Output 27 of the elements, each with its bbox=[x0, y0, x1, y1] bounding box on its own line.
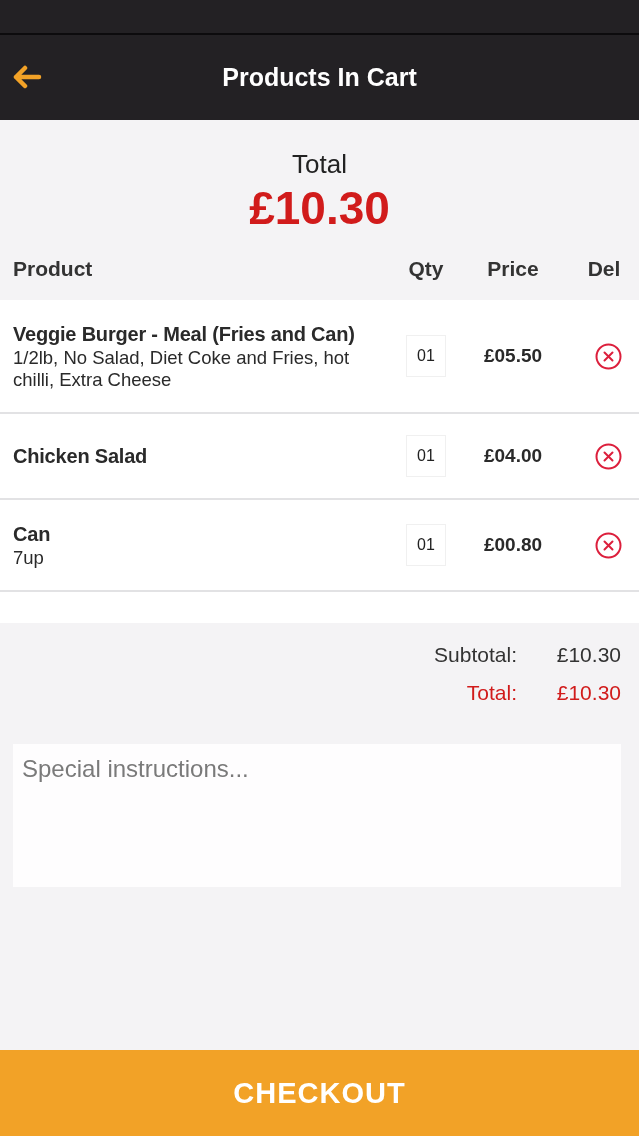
column-header: Qty bbox=[407, 257, 445, 281]
instructions-field[interactable]: Special instructions... bbox=[13, 744, 621, 887]
column-header: Product bbox=[13, 257, 94, 281]
product-price: £05.50 bbox=[482, 345, 544, 367]
product-name: Can bbox=[13, 522, 52, 547]
total-value: £10.30 bbox=[555, 680, 621, 706]
subtotal-value: £10.30 bbox=[555, 642, 621, 668]
total-label: Total: bbox=[465, 680, 517, 706]
column-header: Price bbox=[486, 257, 540, 281]
quantity-field[interactable]: 01 bbox=[406, 335, 446, 377]
quantity-field[interactable]: 01 bbox=[406, 435, 446, 477]
total-heading: Total bbox=[292, 148, 347, 180]
product-price: £04.00 bbox=[482, 445, 544, 467]
quantity-field[interactable]: 01 bbox=[406, 524, 446, 566]
product-name: Veggie Burger - Meal (Fries and Can) bbox=[13, 322, 356, 347]
column-header: Del bbox=[586, 257, 622, 281]
product-price: £00.80 bbox=[482, 534, 544, 556]
back-arrow-icon[interactable] bbox=[12, 65, 42, 89]
subtotal-label: Subtotal: bbox=[434, 642, 517, 668]
product-options: 1/2lb, No Salad, Diet Coke and Fries, hot chilli, Extra Cheese bbox=[13, 347, 395, 391]
total-amount: £10.30 bbox=[249, 181, 390, 236]
delete-icon[interactable] bbox=[594, 342, 622, 370]
delete-icon[interactable] bbox=[594, 531, 622, 559]
page-title: Products In Cart bbox=[222, 63, 417, 92]
product-name: Chicken Salad bbox=[13, 444, 149, 469]
delete-icon[interactable] bbox=[594, 442, 622, 470]
product-options: 7up bbox=[13, 547, 395, 569]
